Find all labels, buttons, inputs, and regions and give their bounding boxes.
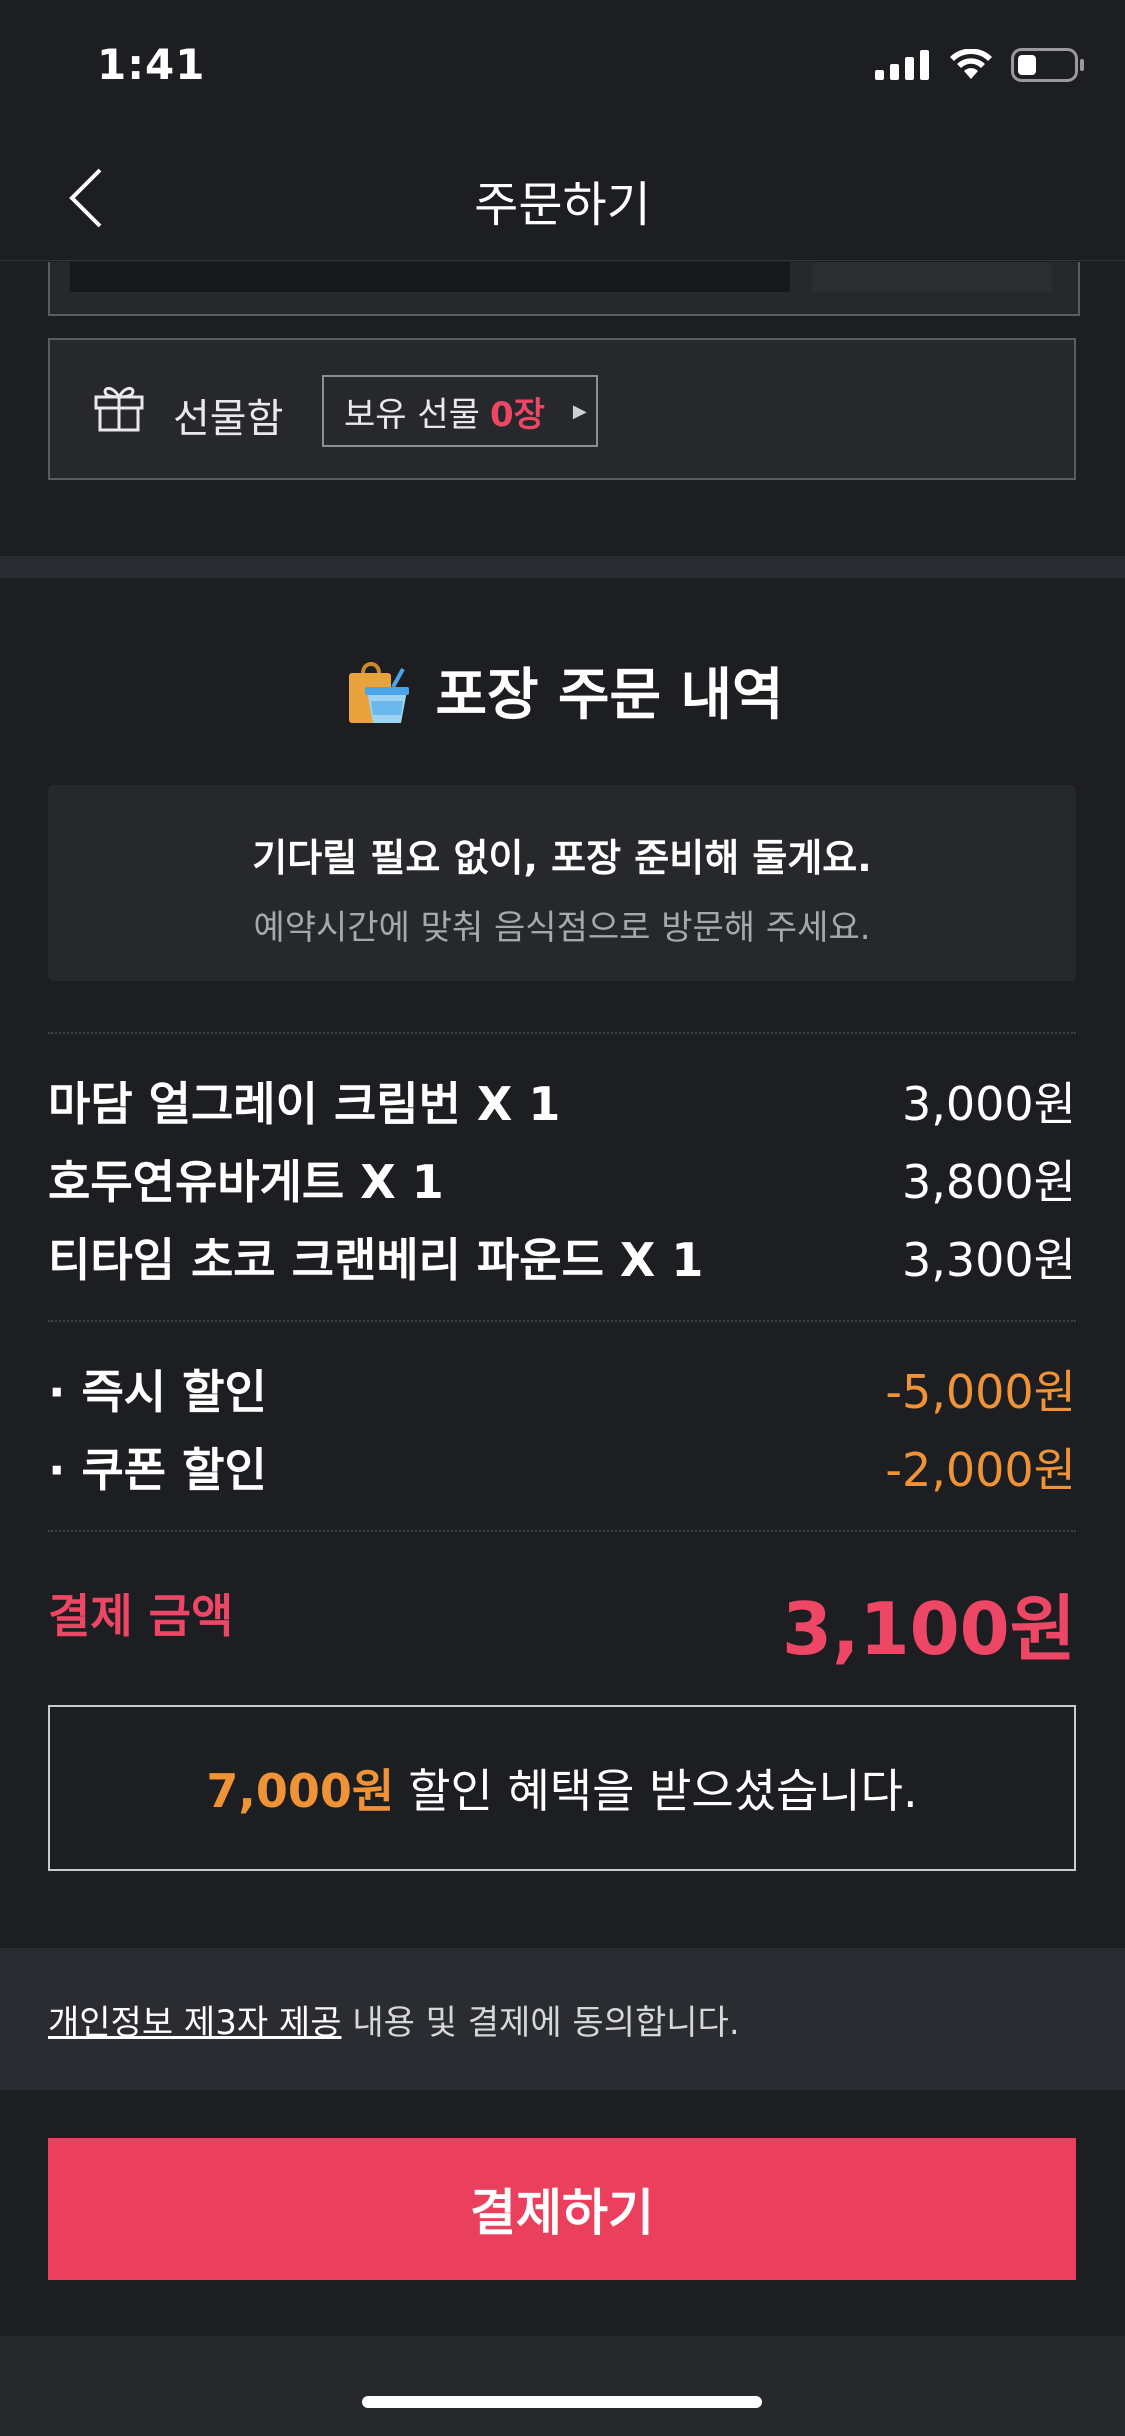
benefit-amount: 7,000원 <box>206 1764 395 1818</box>
payment-method-option[interactable] <box>812 262 1052 292</box>
triangle-right-icon: ▶ <box>572 400 587 422</box>
item-name: 마담 얼그레이 크림번 X 1 <box>48 1077 561 1131</box>
gift-count-value: 0장 <box>489 394 545 435</box>
section-title-text: 포장 주문 내역 <box>435 663 784 728</box>
signal-icon <box>875 50 929 80</box>
discount-amount: -2,000원 <box>885 1443 1076 1497</box>
order-item: 호두연유바게트 X 1 3,800원 <box>48 1146 1076 1212</box>
benefit-box: 7,000원 할인 혜택을 받으셨습니다. <box>48 1705 1076 1871</box>
divider <box>48 1032 1076 1034</box>
order-item: 마담 얼그레이 크림번 X 1 3,000원 <box>48 1068 1076 1134</box>
gift-box-label: 선물함 <box>173 396 284 442</box>
discount-name: · 쿠폰 할인 <box>48 1443 267 1497</box>
item-price: 3,800원 <box>901 1155 1076 1209</box>
wifi-icon <box>950 49 992 79</box>
agreement-text: 개인정보 제3자 제공 내용 및 결제에 동의합니다. <box>48 1995 740 2044</box>
status-time: 1:41 <box>97 40 206 89</box>
notice-headline: 기다릴 필요 없이, 포장 준비해 둘게요. <box>252 836 872 880</box>
home-indicator[interactable] <box>362 2396 762 2408</box>
status-icons <box>875 48 1085 82</box>
pickup-notice: 기다릴 필요 없이, 포장 준비해 둘게요. 예약시간에 맞춰 음식점으로 방문… <box>48 785 1076 981</box>
discount-amount: -5,000원 <box>885 1365 1076 1419</box>
divider <box>48 1530 1076 1532</box>
notice-subtext: 예약시간에 맞춰 음식점으로 방문해 주세요. <box>253 908 871 948</box>
item-price: 3,300원 <box>901 1233 1076 1287</box>
agreement-suffix: 내용 및 결제에 동의합니다. <box>352 2003 740 2043</box>
gift-count-label: 보유 선물 <box>344 394 480 435</box>
section-title: 포장 주문 내역 <box>0 650 1125 731</box>
item-name: 티타임 초코 크랜베리 파운드 X 1 <box>48 1233 704 1287</box>
pay-button[interactable]: 결제하기 <box>48 2138 1076 2280</box>
total-value: 3,100원 <box>782 1587 1076 1671</box>
bottom-area <box>0 2336 1125 2436</box>
gift-count-button[interactable]: 보유 선물 0장 ▶ <box>322 375 598 447</box>
benefit-text: 할인 혜택을 받으셨습니다. <box>408 1764 918 1818</box>
takeout-bag-icon <box>349 661 410 723</box>
battery-icon <box>1011 48 1084 82</box>
item-price: 3,000원 <box>901 1077 1076 1131</box>
order-item: 티타임 초코 크랜베리 파운드 X 1 3,300원 <box>48 1224 1076 1290</box>
divider <box>48 1320 1076 1322</box>
discount-name: · 즉시 할인 <box>48 1365 267 1419</box>
section-divider <box>0 556 1125 578</box>
payment-method-field[interactable] <box>70 262 790 292</box>
discount-row: · 즉시 할인 -5,000원 <box>48 1356 1076 1422</box>
item-name: 호두연유바게트 X 1 <box>48 1155 444 1209</box>
discount-row: · 쿠폰 할인 -2,000원 <box>48 1434 1076 1500</box>
privacy-link[interactable]: 개인정보 제3자 제공 <box>48 2003 342 2043</box>
page-title: 주문하기 <box>474 177 651 233</box>
gift-icon <box>92 380 146 438</box>
total-label: 결제 금액 <box>48 1589 234 1643</box>
